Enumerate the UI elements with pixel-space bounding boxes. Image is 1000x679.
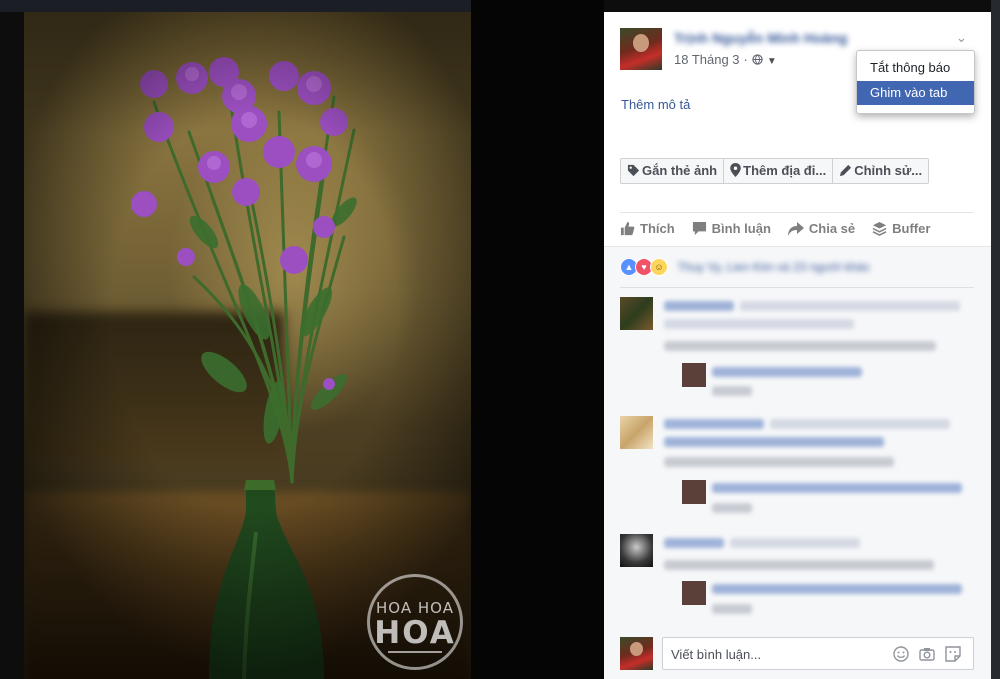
- reaction-count[interactable]: Thuy Vy, Lien Kim và 23 người khác: [677, 260, 870, 274]
- buffer-button[interactable]: Buffer: [872, 220, 930, 238]
- post-side-panel: Trịnh Nguyễn Minh Hoàng 18 Tháng 3 · ▼ ⌄ …: [604, 12, 991, 679]
- share-button[interactable]: Chia sẻ: [787, 220, 856, 238]
- privacy-caret-icon[interactable]: ▼: [767, 56, 777, 67]
- comment-icon: [692, 221, 706, 236]
- menu-item-turn-off-notifications[interactable]: Tắt thông báo: [857, 56, 974, 80]
- photo-actions-toolbar: Gắn thẻ ảnh Thêm địa đi... Chỉnh sử...: [620, 158, 930, 184]
- sticker-icon[interactable]: [945, 646, 961, 662]
- author-name[interactable]: Trịnh Nguyễn Minh Hoàng: [674, 30, 847, 46]
- post-photo[interactable]: HOA HOA HOA: [24, 12, 471, 679]
- like-label: Thích: [640, 221, 675, 236]
- commenter-avatar[interactable]: [620, 297, 653, 330]
- divider: [620, 287, 974, 288]
- comment-text-blurred: [740, 301, 960, 311]
- reply-avatar[interactable]: [682, 363, 706, 387]
- emoji-icon[interactable]: [893, 646, 909, 662]
- date-separator: ·: [743, 52, 748, 67]
- current-user-avatar[interactable]: [620, 637, 653, 670]
- author-avatar[interactable]: [620, 28, 662, 70]
- comment-button[interactable]: Bình luận: [692, 220, 771, 238]
- buffer-icon: [872, 221, 887, 236]
- location-pin-icon: [730, 163, 741, 177]
- photo-watermark-logo: HOA HOA HOA: [367, 574, 463, 670]
- comment-meta-blurred: [664, 560, 934, 570]
- reply-meta-blurred: [712, 604, 752, 614]
- comment-input[interactable]: Viết bình luận...: [662, 637, 974, 670]
- edit-photo-button[interactable]: Chỉnh sử...: [833, 159, 928, 183]
- commenter-avatar[interactable]: [620, 416, 653, 449]
- reply-avatar[interactable]: [682, 480, 706, 504]
- comment-author-blurred: [664, 538, 724, 548]
- like-button[interactable]: Thích: [620, 220, 675, 238]
- stage-dark-area: [471, 0, 604, 679]
- reply-text-blurred: [712, 584, 962, 594]
- comment-text-blurred: [730, 538, 860, 548]
- comment-meta-blurred: [664, 341, 936, 351]
- share-label: Chia sẻ: [808, 221, 856, 236]
- divider: [620, 212, 974, 213]
- comment-text-blurred: [770, 419, 950, 429]
- add-description-link[interactable]: Thêm mô tả: [621, 97, 690, 112]
- comment-author-blurred: [664, 419, 764, 429]
- add-location-label: Thêm địa đi...: [743, 163, 827, 178]
- post-options-menu: Tắt thông báo Ghim vào tab: [856, 50, 975, 114]
- comment-input-placeholder: Viết bình luận...: [671, 647, 762, 662]
- haha-reaction-icon: ☺: [650, 258, 668, 276]
- comments-section: ▲♥☺ Thuy Vy, Lien Kim và 23 người khác: [604, 246, 991, 679]
- comment-author-blurred: [664, 301, 734, 311]
- post-date[interactable]: 18 Tháng 3: [674, 52, 740, 67]
- reply-text-blurred: [712, 367, 862, 377]
- comment-text-blurred: [664, 437, 884, 447]
- buffer-label: Buffer: [892, 221, 931, 236]
- edit-photo-label: Chỉnh sử...: [854, 163, 923, 178]
- reactions-summary[interactable]: ▲ ♥ ☺ Thuy Vy, Lien Kim và 23 người khác: [620, 258, 870, 276]
- globe-icon[interactable]: [752, 54, 763, 65]
- menu-item-pin-to-tab[interactable]: Ghim vào tab: [857, 81, 974, 105]
- commenter-avatar[interactable]: [620, 534, 653, 567]
- camera-icon[interactable]: [919, 646, 935, 662]
- comment-label: Bình luận: [711, 221, 771, 236]
- post-options-chevron-icon[interactable]: ⌄: [956, 30, 974, 45]
- tag-photo-label: Gắn thẻ ảnh: [642, 163, 718, 178]
- reply-meta-blurred: [712, 386, 752, 396]
- add-location-button[interactable]: Thêm địa đi...: [724, 159, 834, 183]
- reply-text-blurred: [712, 483, 962, 493]
- comment-meta-blurred: [664, 457, 894, 467]
- post-action-bar: Thích Bình luận Chia sẻ Buffer: [620, 220, 947, 238]
- pencil-icon: [840, 164, 852, 177]
- comment-text-blurred: [664, 319, 854, 329]
- page-scrollbar[interactable]: [991, 0, 1000, 679]
- tag-icon: [627, 164, 640, 177]
- share-icon: [787, 222, 804, 236]
- reply-meta-blurred: [712, 503, 752, 513]
- tag-photo-button[interactable]: Gắn thẻ ảnh: [621, 159, 725, 183]
- like-icon: [620, 221, 635, 236]
- post-timestamp-row: 18 Tháng 3 · ▼: [674, 52, 777, 67]
- reply-avatar[interactable]: [682, 581, 706, 605]
